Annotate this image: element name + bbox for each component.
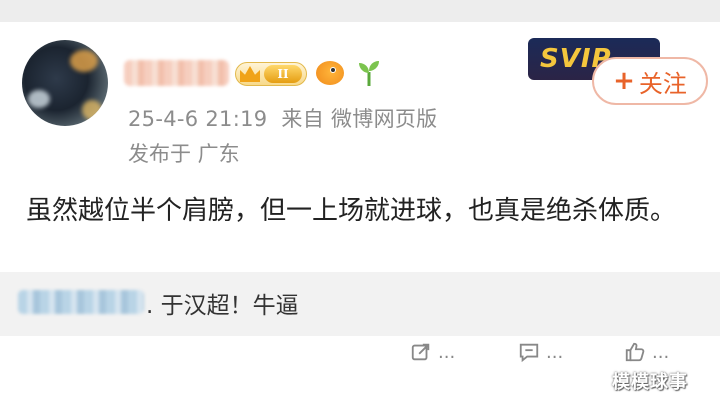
like-count: ... [652, 341, 670, 363]
like-icon [625, 342, 645, 362]
sprout-icon[interactable] [354, 58, 384, 88]
comment-icon [519, 343, 539, 363]
vip-level-label: II [264, 65, 302, 83]
fish-emoji-icon[interactable] [316, 61, 344, 85]
comment-text: . 于汉超！牛逼 [146, 293, 299, 319]
like-button[interactable]: ... [624, 338, 669, 366]
share-button[interactable]: ... [410, 338, 455, 366]
plus-icon: + [613, 66, 635, 96]
vip-badge[interactable]: II [235, 62, 307, 86]
top-divider-strip [0, 0, 720, 22]
comment-preview[interactable]: . 于汉超！牛逼 [0, 272, 720, 336]
username-blurred[interactable] [124, 60, 229, 86]
avatar[interactable] [22, 40, 108, 126]
share-count: ... [438, 341, 456, 363]
post-text: 虽然越位半个肩膀，但一上场就进球，也真是绝杀体质。 [26, 196, 677, 226]
watermark: 模模球事 [612, 372, 688, 393]
post-timestamp: 25-4-6 21:19 [128, 107, 268, 131]
comment-username-blurred[interactable] [18, 290, 144, 314]
share-icon [411, 343, 430, 361]
follow-button[interactable]: + 关注 [592, 57, 708, 105]
follow-label: 关注 [638, 69, 687, 98]
post-source[interactable]: 来自 微博网页版 [281, 107, 437, 131]
action-bar: ... ... ... [0, 336, 720, 370]
crown-icon [240, 66, 260, 82]
comment-count: ... [546, 341, 564, 363]
post-meta: 25-4-6 21:19 来自 微博网页版 [128, 103, 451, 133]
post-location: 发布于 广东 [128, 142, 240, 166]
comment-button[interactable]: ... [518, 338, 563, 366]
